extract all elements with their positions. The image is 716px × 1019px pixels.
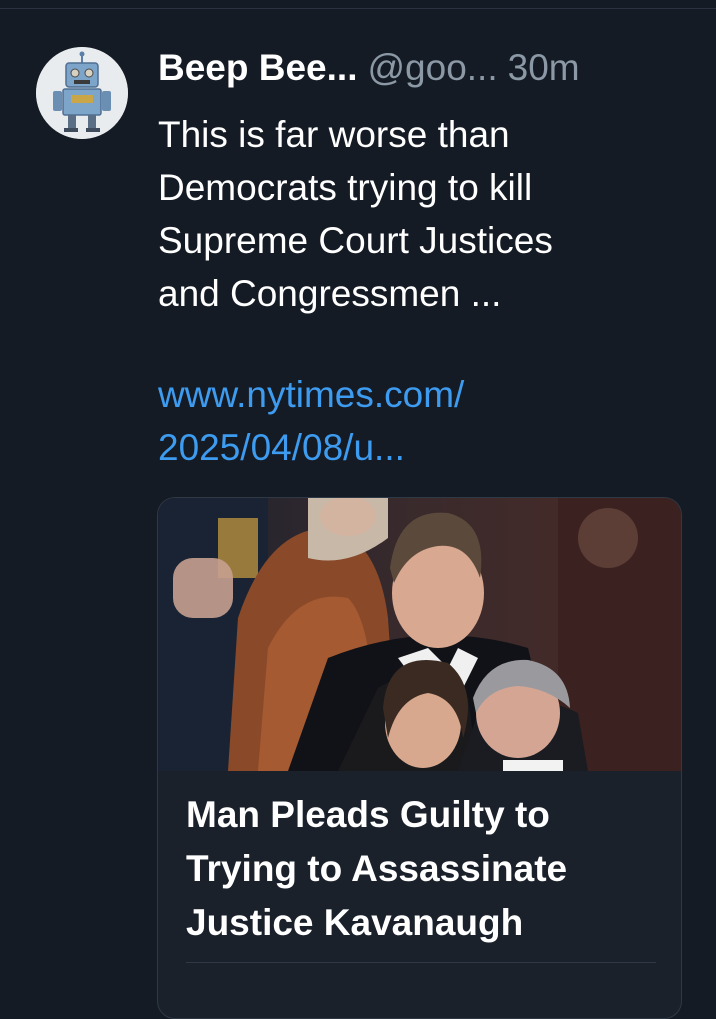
link-preview-card[interactable]: Man Pleads Guilty to Trying to Assassina… [157, 497, 682, 1019]
author-name[interactable]: Beep Bee... [158, 47, 357, 88]
post-header: Beep Bee... @goo... 30m [158, 42, 698, 102]
post-text-line: This is far worse than [158, 114, 510, 155]
card-title[interactable]: Man Pleads Guilty to Trying to Assassina… [186, 788, 666, 950]
post-text-line: Supreme Court Justices [158, 220, 553, 261]
card-divider [186, 962, 656, 963]
card-title-line: Justice Kavanaugh [186, 902, 524, 943]
post-link[interactable]: www.nytimes.com/ 2025/04/08/u... [158, 368, 698, 474]
robot-avatar-icon[interactable] [36, 47, 128, 139]
top-divider [0, 8, 716, 9]
card-title-line: Man Pleads Guilty to [186, 794, 550, 835]
post-text: This is far worse than Democrats trying … [158, 108, 698, 320]
post-text-line: Democrats trying to kill [158, 167, 533, 208]
post-link-line[interactable]: www.nytimes.com/ [158, 368, 698, 421]
author-handle[interactable]: @goo... [367, 47, 497, 88]
post-timestamp[interactable]: 30m [508, 47, 580, 88]
post-text-line: and Congressmen ... [158, 273, 502, 314]
news-photo[interactable] [158, 498, 681, 771]
card-title-line: Trying to Assassinate [186, 848, 568, 889]
post-link-line[interactable]: 2025/04/08/u... [158, 421, 698, 474]
